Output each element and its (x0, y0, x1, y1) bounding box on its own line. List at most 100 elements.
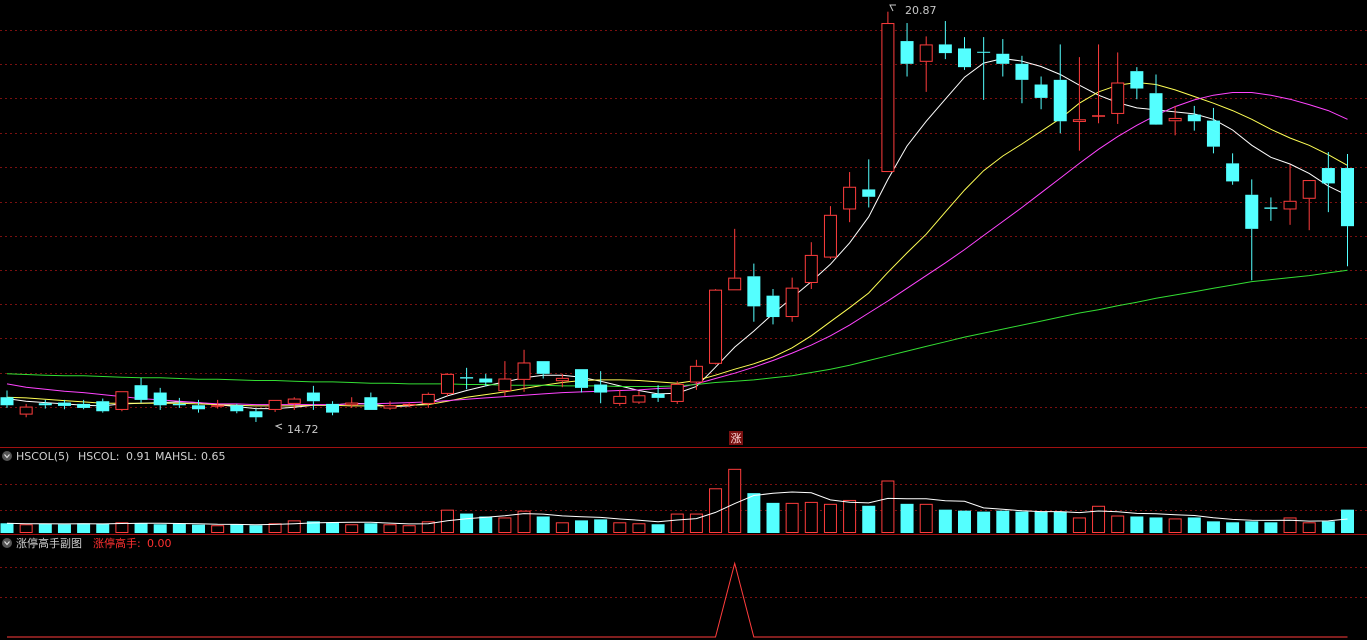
volume-bar (670, 513, 684, 533)
candle-up (498, 361, 512, 396)
candle-body (709, 289, 723, 364)
mahsl-label: MAHSL: (155, 450, 197, 463)
stock-chart[interactable]: 20.87 14.72 涨 HSCOL(5) HSCOL: 0.91 MAHSL… (0, 0, 1367, 640)
candle-up (1111, 52, 1125, 124)
candle-body (1034, 84, 1048, 98)
candle-body (689, 365, 703, 383)
ma-line-ma10 (6, 81, 1348, 407)
candle-body (1302, 180, 1316, 199)
candle-body (134, 385, 148, 400)
candle-down (575, 369, 588, 393)
candle-body (555, 377, 569, 382)
candle-body (1187, 114, 1201, 122)
candle-down (594, 371, 608, 404)
candle-down (1264, 197, 1278, 221)
candle-body (881, 23, 895, 173)
candle-body (1072, 119, 1086, 122)
candle-body (1149, 93, 1163, 125)
candle-body (230, 405, 244, 412)
candle-body (383, 405, 397, 409)
volume-bar (804, 501, 818, 533)
candle-body (613, 395, 627, 404)
volume-bar (1130, 516, 1144, 533)
volume-bar (613, 522, 627, 533)
volume-bar (0, 523, 14, 533)
candle-body (1206, 120, 1220, 147)
candle-down (1206, 107, 1220, 154)
volume-bar (785, 502, 799, 534)
candle-body (19, 406, 33, 415)
volume-bar (1206, 521, 1220, 533)
candle-down (862, 159, 876, 208)
volume-bar (172, 523, 186, 533)
volume-bar (1245, 521, 1259, 533)
volume-bar (1321, 521, 1335, 533)
volume-bar (1187, 517, 1201, 533)
candle-down (996, 39, 1010, 77)
candle-body (823, 214, 837, 258)
candle-body (843, 186, 857, 210)
volume-bar (460, 513, 474, 533)
candlestick-series[interactable] (0, 11, 1355, 422)
candle-body (249, 411, 263, 418)
candle-down (1149, 74, 1163, 125)
candle-body (38, 403, 52, 406)
signal-polyline (7, 561, 1348, 638)
volume-bar (938, 509, 952, 533)
candle-up (1092, 44, 1106, 124)
candle-body (77, 403, 91, 408)
volume-bar (19, 524, 33, 533)
candle-down (1245, 179, 1259, 281)
volume-bar (843, 499, 857, 534)
candle-body (326, 403, 340, 413)
volume-bar (96, 523, 110, 533)
ma-line-ma20 (6, 92, 1348, 406)
volume-bar (747, 493, 761, 533)
mahsl-line (6, 491, 1348, 526)
candle-body (287, 398, 301, 404)
ma-line-ma60 (6, 269, 1348, 387)
candle-down (364, 392, 378, 410)
chevron-down-icon[interactable] (2, 451, 12, 461)
hscol-value: 0.91 (126, 450, 151, 463)
signal-indicator-value: 0.00 (147, 537, 172, 550)
volume-bar (900, 503, 914, 533)
volume-bar (383, 524, 397, 533)
candle-body (1092, 115, 1106, 117)
volume-panel-title: HSCOL(5) (16, 450, 69, 463)
candle-down (900, 23, 914, 77)
limit-up-signal-line (7, 561, 1348, 638)
low-price-annotation: 14.72 (274, 423, 319, 436)
candle-up (823, 206, 837, 259)
volume-bar (958, 510, 971, 533)
volume-bar (115, 522, 129, 533)
volume-bar (345, 524, 359, 533)
candle-body (1111, 82, 1125, 114)
chevron-down-icon[interactable] (2, 538, 12, 548)
candle-body (670, 383, 684, 402)
candle-body (938, 44, 952, 54)
candle-up (1168, 105, 1182, 136)
candle-body (977, 51, 991, 53)
candle-body (1053, 79, 1067, 122)
candle-body (651, 393, 665, 398)
candle-body (0, 397, 14, 406)
signal-panel-title: 涨停高手副图 (16, 536, 82, 550)
volume-bar (728, 468, 742, 534)
candle-down (1053, 44, 1067, 134)
candle-body (996, 53, 1010, 64)
candle-body (460, 377, 474, 379)
volume-bar (536, 516, 550, 533)
candle-body (211, 405, 225, 407)
candle-up (728, 228, 742, 291)
volume-bar (192, 524, 205, 533)
volume-bar (919, 503, 933, 534)
candle-body (747, 276, 761, 307)
volume-bar (287, 520, 301, 533)
candle-body (1283, 200, 1297, 210)
mahsl-polyline (6, 491, 1348, 526)
volume-bar (575, 520, 588, 533)
volume-bar (1072, 517, 1086, 534)
volume-bar (77, 523, 91, 533)
candle-down (153, 387, 167, 410)
